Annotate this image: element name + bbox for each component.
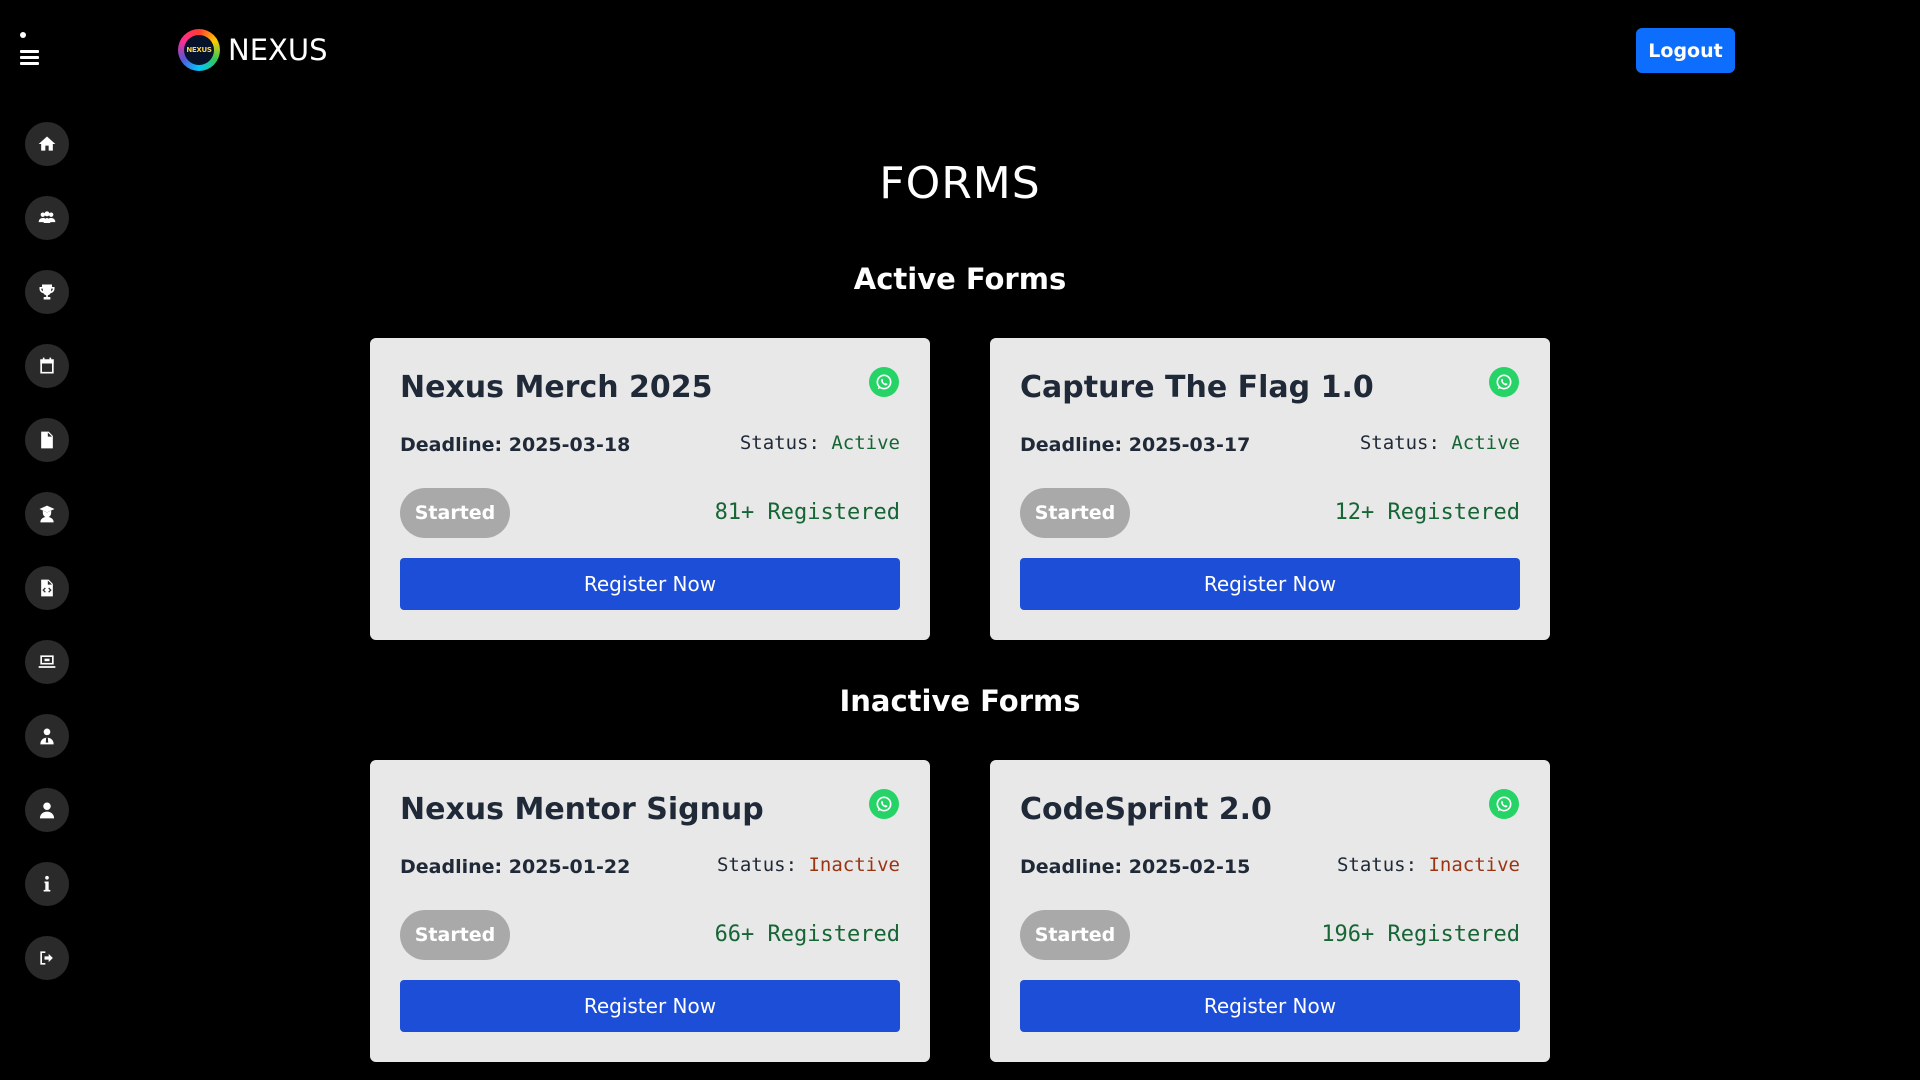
register-now-button[interactable]: Register Now — [400, 980, 900, 1032]
form-status: Status: Inactive — [1337, 854, 1520, 876]
status-label: Status: — [739, 432, 820, 454]
sidebar-item-workshops[interactable] — [25, 640, 69, 684]
mentor-icon — [40, 728, 54, 745]
form-title: Capture The Flag 1.0 — [1020, 370, 1374, 405]
deadline-label: Deadline: — [400, 856, 503, 878]
form-deadline: Deadline: 2025-02-15 — [1020, 856, 1250, 878]
deadline-label: Deadline: — [1020, 434, 1123, 456]
registered-count: 81+ Registered — [714, 500, 900, 525]
registered-count: 12+ Registered — [1334, 500, 1520, 525]
form-card: Capture The Flag 1.0 Deadline: 2025-03-1… — [990, 338, 1550, 640]
form-deadline: Deadline: 2025-03-18 — [400, 434, 630, 456]
sidebar-item-about[interactable] — [25, 862, 69, 906]
deadline-value: 2025-02-15 — [1128, 856, 1251, 878]
whatsapp-icon[interactable] — [1489, 367, 1519, 397]
started-badge: Started — [1020, 488, 1130, 538]
sidebar-item-signout[interactable] — [25, 936, 69, 980]
sidebar-item-alumni[interactable] — [25, 492, 69, 536]
code-file-icon — [41, 579, 53, 597]
form-status: Status: Active — [740, 432, 900, 454]
status-value: Active — [831, 432, 900, 454]
form-deadline: Deadline: 2025-01-22 — [400, 856, 630, 878]
register-now-button[interactable]: Register Now — [400, 558, 900, 610]
status-value: Inactive — [808, 854, 900, 876]
user-icon — [39, 802, 55, 819]
form-card: Nexus Merch 2025 Deadline: 2025-03-18 St… — [370, 338, 930, 640]
home-icon — [38, 136, 56, 151]
status-value: Active — [1451, 432, 1520, 454]
form-title: CodeSprint 2.0 — [1020, 792, 1272, 827]
started-badge: Started — [1020, 910, 1130, 960]
started-badge: Started — [400, 488, 510, 538]
deadline-value: 2025-03-17 — [1128, 434, 1251, 456]
status-label: Status: — [1336, 854, 1418, 876]
inactive-forms-heading: Inactive Forms — [839, 684, 1081, 718]
registered-count: 66+ Registered — [714, 922, 900, 947]
deadline-value: 2025-03-18 — [508, 434, 631, 456]
status-label: Status: — [1359, 432, 1440, 454]
document-icon — [41, 431, 53, 449]
form-title: Nexus Mentor Signup — [400, 792, 764, 827]
whatsapp-icon[interactable] — [869, 789, 899, 819]
active-forms-heading: Active Forms — [853, 262, 1067, 296]
form-status: Status: Active — [1360, 432, 1520, 454]
sidebar-item-events[interactable] — [25, 344, 69, 388]
form-card: Nexus Mentor Signup Deadline: 2025-01-22… — [370, 760, 930, 1062]
info-icon — [43, 875, 51, 892]
logo-text: NEXUS — [184, 35, 214, 65]
calendar-icon — [40, 357, 54, 374]
sidebar-dot — [20, 32, 26, 38]
status-value: Inactive — [1428, 854, 1520, 876]
sidebar-item-documents[interactable] — [25, 418, 69, 462]
status-label: Status: — [716, 854, 798, 876]
form-card: CodeSprint 2.0 Deadline: 2025-02-15 Stat… — [990, 760, 1550, 1062]
register-now-button[interactable]: Register Now — [1020, 558, 1520, 610]
menu-toggle-icon[interactable] — [20, 50, 40, 66]
nexus-logo: NEXUS — [178, 29, 220, 71]
sidebar-item-profile[interactable] — [25, 788, 69, 832]
page-title: FORMS — [879, 158, 1041, 209]
sign-out-icon — [40, 951, 53, 965]
sidebar-item-code[interactable] — [25, 566, 69, 610]
form-status: Status: Inactive — [717, 854, 900, 876]
deadline-value: 2025-01-22 — [508, 856, 631, 878]
sidebar-item-mentors[interactable] — [25, 714, 69, 758]
whatsapp-icon[interactable] — [869, 367, 899, 397]
graduate-icon — [39, 505, 55, 523]
register-now-button[interactable]: Register Now — [1020, 980, 1520, 1032]
deadline-label: Deadline: — [400, 434, 503, 456]
whatsapp-icon[interactable] — [1489, 789, 1519, 819]
started-badge: Started — [400, 910, 510, 960]
users-icon — [38, 211, 56, 223]
form-deadline: Deadline: 2025-03-17 — [1020, 434, 1250, 456]
registered-count: 196+ Registered — [1321, 922, 1520, 947]
form-title: Nexus Merch 2025 — [400, 370, 713, 405]
deadline-label: Deadline: — [1020, 856, 1123, 878]
logout-button[interactable]: Logout — [1636, 28, 1735, 73]
brand-name: NEXUS — [228, 33, 328, 67]
laptop-icon — [38, 655, 56, 668]
brand[interactable]: NEXUS NEXUS — [178, 28, 328, 72]
